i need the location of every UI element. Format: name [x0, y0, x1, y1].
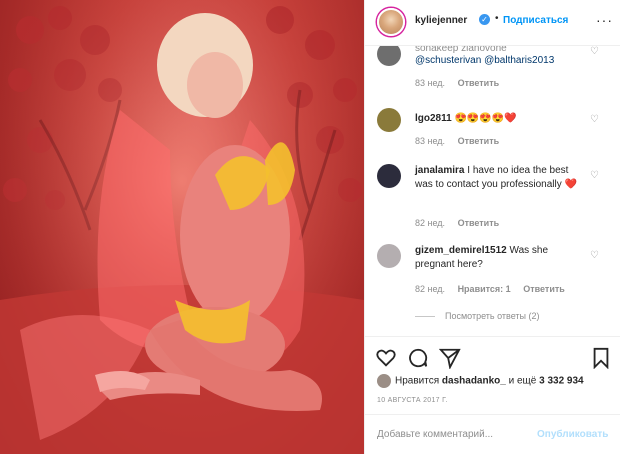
bookmark-icon[interactable] [590, 347, 612, 369]
commenter-avatar[interactable] [377, 46, 401, 66]
comment-meta: 82 нед. Ответить [415, 218, 509, 228]
post-header: kyliejenner ✓ • Подписаться ··· [365, 0, 620, 46]
comment-time[interactable]: 82 нед. [415, 218, 445, 228]
comment-time[interactable]: 83 нед. [415, 136, 445, 146]
post-photo[interactable] [0, 0, 364, 454]
commenter-username[interactable]: lgo2811 [415, 113, 452, 124]
comment-icon[interactable] [407, 347, 429, 369]
post-side-panel: kyliejenner ✓ • Подписаться ··· sonakeep… [364, 0, 620, 454]
likes-summary[interactable]: Нравится dashadanko_ и ещё 3 332 934 [377, 374, 584, 388]
comment-text: @schusterivan @baltharis2013 [415, 54, 585, 68]
likes-count[interactable]: 3 332 934 [539, 376, 584, 387]
heart-icon[interactable] [375, 347, 397, 369]
comment-time[interactable]: 83 нед. [415, 78, 445, 88]
comment-body: 😍😍😍😍❤️ [454, 113, 517, 124]
comment-text: janalamira I have no idea the best was t… [415, 164, 585, 192]
reply-button[interactable]: Ответить [523, 284, 565, 294]
post-actions-bar [365, 336, 620, 376]
reply-button[interactable]: Ответить [458, 218, 500, 228]
commenter-username[interactable]: gizem_demirel1512 [415, 245, 507, 256]
comment-likes-count[interactable]: Нравится: 1 [458, 284, 511, 294]
comment-time[interactable]: 82 нед. [415, 284, 445, 294]
commenter-username[interactable]: janalamira [415, 165, 464, 176]
commenter-avatar[interactable] [377, 108, 401, 132]
comment-meta: 83 нед. Ответить [415, 136, 509, 146]
reply-button[interactable]: Ответить [458, 136, 500, 146]
header-separator: • [495, 13, 499, 24]
view-replies-divider [415, 316, 435, 318]
likes-middle: и ещё [508, 375, 537, 387]
post-date[interactable]: 10 АВГУСТА 2017 Г. [377, 397, 448, 404]
commenter-avatar[interactable] [377, 164, 401, 188]
verified-badge-icon: ✓ [479, 14, 490, 25]
liker-username[interactable]: dashadanko_ [442, 376, 506, 387]
add-comment-bar: Опубликовать [365, 414, 620, 454]
commenter-avatar[interactable] [377, 244, 401, 268]
comment-text: lgo2811 😍😍😍😍❤️ [415, 112, 585, 126]
comment-mentions[interactable]: @schusterivan @baltharis2013 [415, 55, 554, 66]
comment-meta: 82 нед. Нравится: 1 Ответить [415, 284, 575, 294]
publish-button[interactable]: Опубликовать [537, 429, 608, 440]
comment-like-icon[interactable]: ♡ [590, 46, 599, 57]
comment-like-icon[interactable]: ♡ [590, 250, 599, 261]
more-options-icon[interactable]: ··· [596, 12, 613, 28]
comment-meta: 83 нед. Ответить [415, 78, 509, 88]
author-username[interactable]: kyliejenner [415, 15, 467, 26]
view-replies-label: Посмотреть ответы (2) [445, 311, 540, 321]
follow-button[interactable]: Подписаться [503, 15, 568, 26]
comment-input[interactable] [377, 429, 537, 440]
share-icon[interactable] [439, 347, 461, 369]
liker-avatar [377, 374, 391, 388]
comment-like-icon[interactable]: ♡ [590, 114, 599, 125]
likes-prefix: Нравится [395, 375, 440, 387]
comments-list[interactable]: sonakeep zlanovone @schusterivan @baltha… [365, 46, 620, 336]
reply-button[interactable]: Ответить [458, 78, 500, 88]
author-avatar[interactable] [377, 8, 405, 36]
view-replies-button[interactable]: Посмотреть ответы (2) [415, 311, 540, 321]
comment-text: gizem_demirel1512 Was she pregnant here? [415, 244, 585, 272]
post-photo-illustration [0, 0, 364, 454]
comment-like-icon[interactable]: ♡ [590, 170, 599, 181]
